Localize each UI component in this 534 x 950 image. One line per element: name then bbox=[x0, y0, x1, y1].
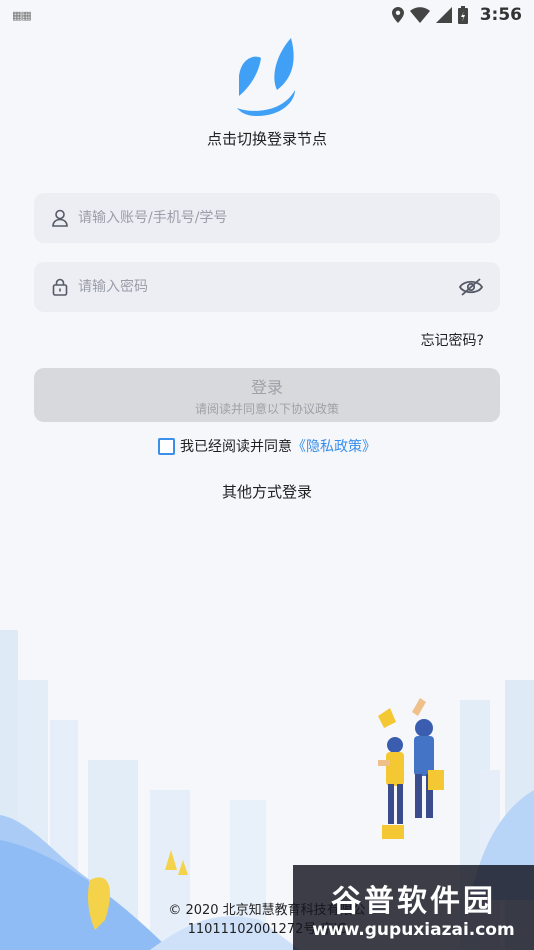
password-field[interactable] bbox=[34, 262, 500, 312]
other-login-link[interactable]: 其他方式登录 bbox=[0, 481, 534, 502]
location-icon bbox=[391, 7, 404, 23]
user-icon bbox=[50, 208, 70, 228]
privacy-policy-link[interactable]: 《隐私政策》 bbox=[292, 436, 376, 456]
agreement-checkbox[interactable] bbox=[158, 437, 175, 455]
login-button-sublabel: 请阅读并同意以下协议政策 bbox=[194, 401, 339, 416]
app-logo bbox=[237, 38, 295, 116]
password-input[interactable] bbox=[78, 279, 458, 295]
switch-node-link[interactable]: 点击切换登录节点 bbox=[0, 128, 534, 149]
battery-icon bbox=[457, 6, 468, 24]
eye-off-icon[interactable] bbox=[458, 274, 484, 300]
keyboard-icon: ▦▦ bbox=[12, 8, 32, 22]
status-icons: 3:56 bbox=[391, 5, 522, 25]
students-illustration bbox=[378, 698, 444, 839]
agreement-row: 我已经阅读并同意 《隐私政策》 bbox=[0, 436, 534, 456]
agreement-text: 我已经阅读并同意 bbox=[180, 439, 292, 455]
login-button-label: 登录 bbox=[250, 377, 283, 397]
status-time: 3:56 bbox=[479, 5, 522, 25]
lock-icon bbox=[50, 277, 70, 297]
account-input[interactable] bbox=[78, 210, 484, 226]
account-field[interactable] bbox=[34, 193, 500, 243]
watermark-overlay: 谷普软件园 www.gupuxiazai.com bbox=[293, 865, 534, 950]
watermark-url: www.gupuxiazai.com bbox=[312, 919, 515, 940]
signal-icon bbox=[435, 7, 452, 23]
watermark-name: 谷普软件园 bbox=[331, 883, 496, 919]
status-bar: ▦▦ 3:56 bbox=[0, 0, 534, 30]
forgot-password-link[interactable]: 忘记密码? bbox=[421, 330, 484, 350]
wifi-icon bbox=[409, 7, 430, 23]
login-button[interactable]: 登录 请阅读并同意以下协议政策 bbox=[34, 368, 500, 422]
